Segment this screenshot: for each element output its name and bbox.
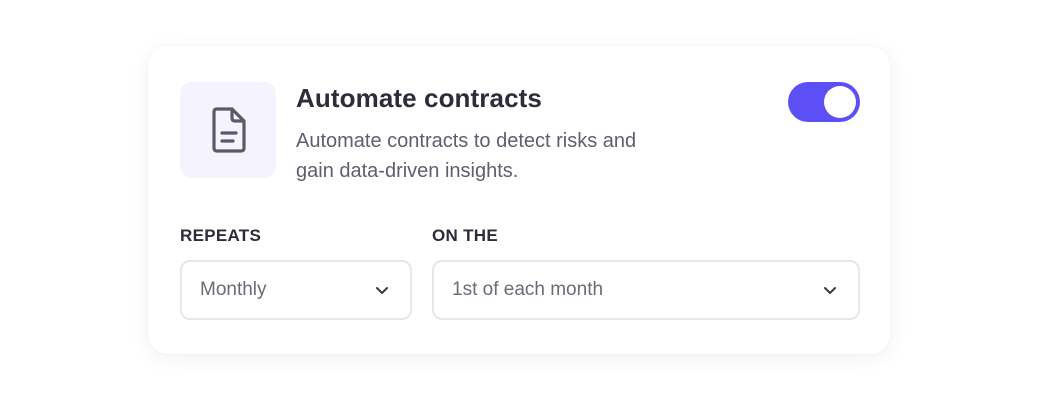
on-the-value: 1st of each month xyxy=(452,279,604,300)
on-the-select[interactable]: 1st of each month xyxy=(432,260,860,320)
document-icon xyxy=(212,107,246,153)
card-title: Automate contracts xyxy=(296,83,542,113)
automation-card: Automate contracts Automate contracts to… xyxy=(148,46,890,354)
automate-toggle[interactable] xyxy=(788,82,860,122)
repeats-label: REPEATS xyxy=(180,226,262,245)
repeats-select[interactable]: Monthly xyxy=(180,260,412,320)
toggle-knob xyxy=(824,86,856,118)
on-the-label: ON THE xyxy=(432,226,499,245)
card-description: Automate contracts to detect risks and g… xyxy=(296,130,637,182)
repeats-value: Monthly xyxy=(200,279,267,300)
chevron-down-icon xyxy=(820,280,840,300)
chevron-down-icon xyxy=(372,280,392,300)
document-icon-container xyxy=(180,82,276,178)
